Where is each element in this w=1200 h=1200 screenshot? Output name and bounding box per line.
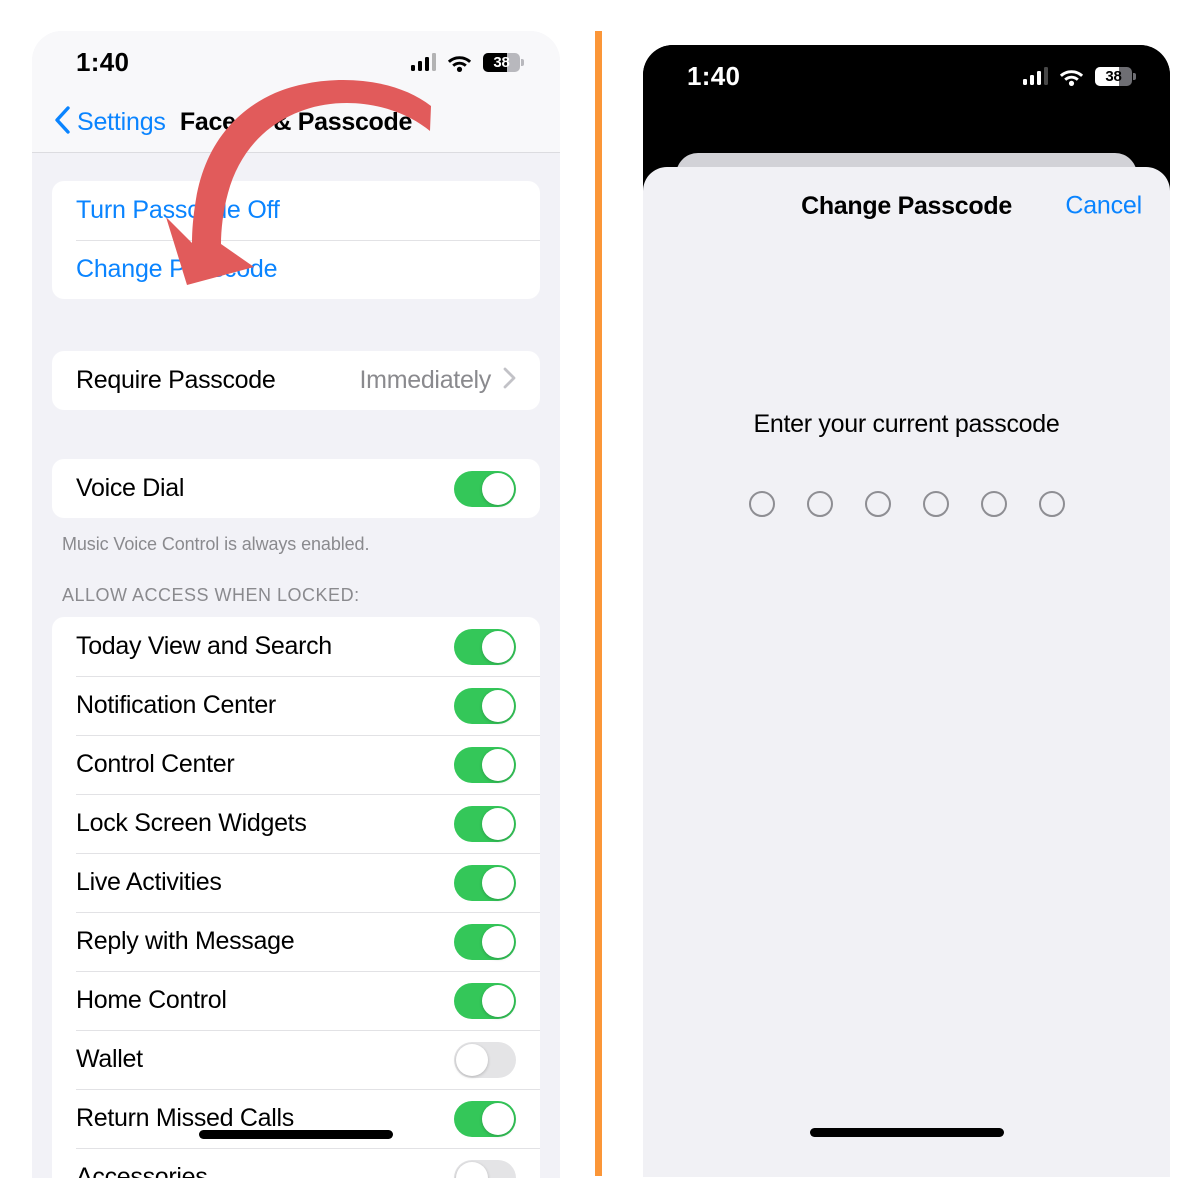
change-passcode-sheet: Change Passcode Cancel Enter your curren…: [643, 167, 1170, 1177]
cellular-signal-icon: [1022, 67, 1048, 85]
chevron-right-icon: [503, 367, 516, 394]
row-label: Reply with Message: [76, 927, 295, 955]
row-label: Return Missed Calls: [76, 1104, 294, 1132]
toggle-lock-screen-widgets[interactable]: [454, 805, 516, 842]
passcode-actions-group: Turn Passcode Off Change Passcode: [52, 181, 540, 299]
toggle-wallet[interactable]: [454, 1041, 516, 1078]
row-label: Voice Dial: [76, 474, 185, 502]
row-value-group: Immediately: [360, 366, 516, 395]
row-label: Notification Center: [76, 691, 276, 719]
back-button[interactable]: Settings: [54, 106, 166, 139]
row-return-missed-calls[interactable]: Return Missed Calls: [52, 1089, 540, 1148]
require-passcode-group: Require Passcode Immediately: [52, 351, 540, 410]
toggle-knob: [482, 1102, 514, 1135]
voice-dial-group: Voice Dial: [52, 459, 540, 518]
toggle-knob: [482, 866, 514, 899]
home-indicator: [809, 1128, 1004, 1137]
toggle-reply-with-message[interactable]: [454, 923, 516, 960]
passcode-dot: [748, 491, 775, 517]
cellular-signal-icon: [410, 53, 436, 71]
row-label: Turn Passcode Off: [76, 196, 280, 224]
row-value: Immediately: [359, 366, 492, 394]
toggle-knob: [482, 630, 514, 663]
toggle-voice-dial[interactable]: [454, 470, 516, 507]
status-bar-time: 1:40: [76, 46, 130, 77]
toggle-knob: [482, 925, 514, 958]
left-phone-screen: 1:40 38 Settings Face ID & Passcode Turn…: [32, 31, 560, 1178]
right-phone-screen: 1:40 38 Change Passcode Cancel Enter you…: [643, 45, 1170, 1177]
passcode-dot: [1038, 491, 1065, 517]
passcode-dot: [980, 491, 1007, 517]
chevron-left-icon: [54, 106, 70, 139]
toggle-notification-center[interactable]: [454, 687, 516, 724]
row-label: Change Passcode: [76, 255, 278, 283]
toggle-knob: [456, 1161, 488, 1178]
row-label: Lock Screen Widgets: [76, 809, 307, 837]
toggle-today-view-and-search[interactable]: [454, 628, 516, 665]
cancel-button[interactable]: Cancel: [1065, 192, 1142, 221]
row-today-view-and-search[interactable]: Today View and Search: [52, 617, 540, 676]
row-accessories[interactable]: Accessories: [52, 1148, 540, 1178]
toggle-return-missed-calls[interactable]: [454, 1100, 516, 1137]
home-indicator: [199, 1130, 393, 1139]
settings-list[interactable]: Turn Passcode Off Change Passcode Requir…: [32, 153, 560, 1178]
row-change-passcode[interactable]: Change Passcode: [52, 240, 540, 299]
wifi-icon: [1059, 67, 1084, 86]
battery-level: 38: [493, 53, 510, 71]
passcode-dot: [922, 491, 949, 517]
row-notification-center[interactable]: Notification Center: [52, 676, 540, 735]
passcode-dot: [864, 491, 891, 517]
row-lock-screen-widgets[interactable]: Lock Screen Widgets: [52, 794, 540, 853]
sheet-header: Change Passcode Cancel: [643, 167, 1170, 245]
section-header-allow-access: ALLOW ACCESS WHEN LOCKED:: [62, 585, 360, 605]
passcode-dots[interactable]: [643, 491, 1170, 517]
row-label: Wallet: [76, 1045, 143, 1073]
row-control-center[interactable]: Control Center: [52, 735, 540, 794]
row-turn-passcode-off[interactable]: Turn Passcode Off: [52, 181, 540, 240]
row-label: Live Activities: [76, 868, 222, 896]
row-reply-with-message[interactable]: Reply with Message: [52, 912, 540, 971]
toggle-accessories[interactable]: [454, 1159, 516, 1178]
row-label: Accessories: [76, 1163, 208, 1178]
toggle-knob: [482, 807, 514, 840]
toggle-knob: [482, 472, 514, 505]
wifi-icon: [447, 53, 472, 72]
navigation-bar: Settings Face ID & Passcode: [32, 93, 560, 153]
row-require-passcode[interactable]: Require Passcode Immediately: [52, 351, 540, 410]
screenshot-stage: 1:40 38 Settings Face ID & Passcode Turn…: [0, 0, 1200, 1200]
panel-divider: [595, 31, 602, 1176]
battery-icon: 38: [1095, 66, 1136, 86]
passcode-prompt: Enter your current passcode: [753, 410, 1060, 438]
toggle-knob: [482, 748, 514, 781]
toggle-knob: [482, 984, 514, 1017]
allow-access-group: Today View and Search Notification Cente…: [52, 617, 540, 1178]
right-status-bar: 1:40 38: [643, 45, 1170, 107]
sheet-title: Change Passcode: [801, 191, 1012, 220]
battery-level: 38: [1105, 67, 1122, 85]
status-bar-icons: 38: [410, 52, 524, 72]
toggle-control-center[interactable]: [454, 746, 516, 783]
toggle-home-control[interactable]: [454, 982, 516, 1019]
status-bar-time: 1:40: [687, 60, 741, 91]
back-button-label: Settings: [77, 108, 166, 136]
toggle-knob: [482, 689, 514, 722]
voice-dial-footnote: Music Voice Control is always enabled.: [62, 534, 370, 554]
row-label: Home Control: [76, 986, 227, 1014]
left-status-bar: 1:40 38: [32, 31, 560, 93]
toggle-live-activities[interactable]: [454, 864, 516, 901]
status-bar-icons: 38: [1022, 66, 1136, 86]
row-label: Require Passcode: [76, 366, 276, 394]
passcode-dot: [806, 491, 833, 517]
battery-icon: 38: [483, 52, 524, 72]
row-live-activities[interactable]: Live Activities: [52, 853, 540, 912]
row-label: Control Center: [76, 750, 235, 778]
row-wallet[interactable]: Wallet: [52, 1030, 540, 1089]
row-label: Today View and Search: [76, 632, 332, 660]
toggle-knob: [456, 1043, 488, 1076]
row-voice-dial[interactable]: Voice Dial: [52, 459, 540, 518]
row-home-control[interactable]: Home Control: [52, 971, 540, 1030]
